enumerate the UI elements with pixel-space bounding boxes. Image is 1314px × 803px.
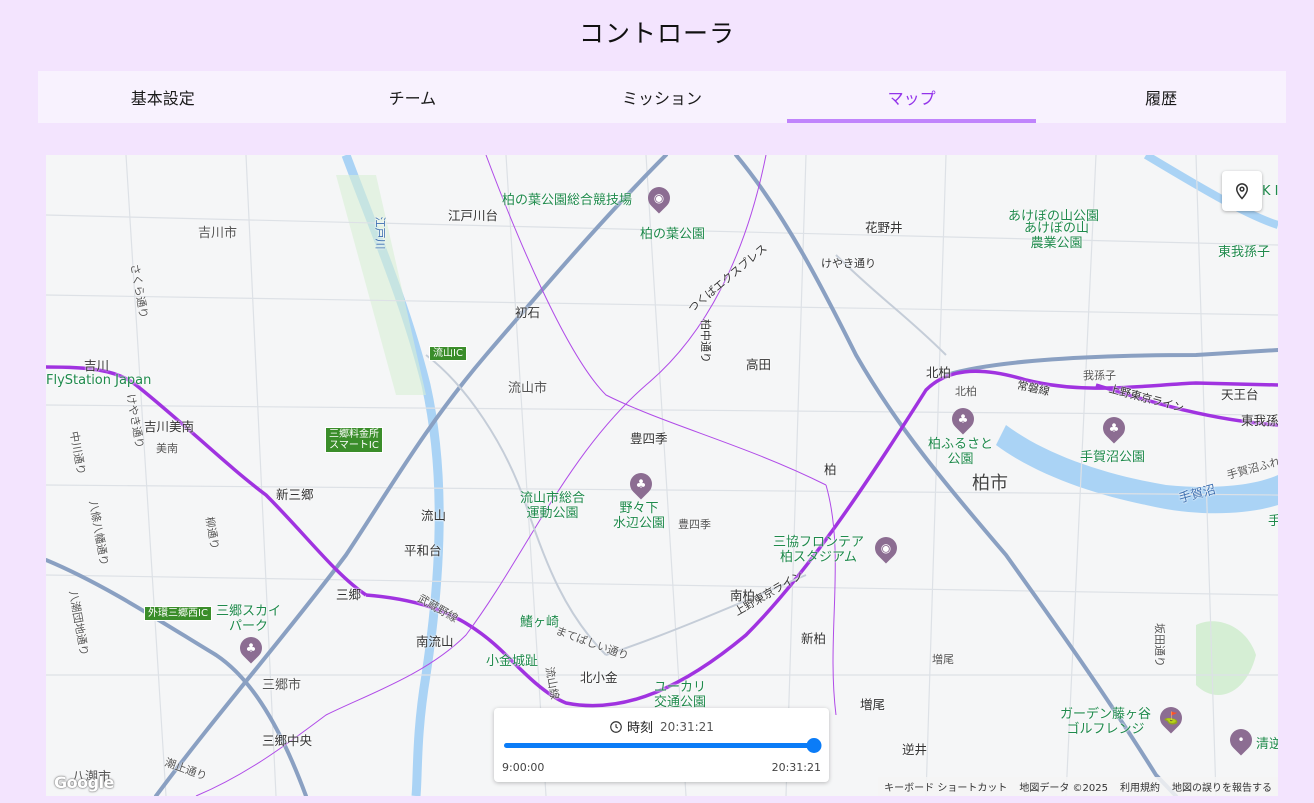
map-label-te: 手 — [1268, 514, 1278, 529]
map-label-kashiwa-st: 柏 — [824, 462, 837, 477]
keyboard-shortcuts-link[interactable]: キーボード ショートカット — [884, 779, 1007, 794]
map-label-keyaki-dori: けやき通り — [821, 257, 876, 270]
map-label-mitsukyo-stadium: 三協フロンテア 柏スタジアム — [773, 535, 865, 565]
map-label-akebono-farm: あけぼの山 農業公園 — [1024, 221, 1090, 251]
map-label-kogane-castle: 小金城趾 — [486, 654, 539, 669]
map-label-toyoshiki-area: 豊四季 — [678, 518, 711, 531]
map-badge-misato-toll: 三郷料金所 スマートIC — [325, 427, 383, 453]
map-label-takada: 高田 — [746, 357, 772, 372]
report-error-link[interactable]: 地図の誤りを報告する — [1172, 779, 1272, 794]
time-current-value: 20:31:21 — [660, 719, 714, 734]
map-label-misato-sky-park: 三郷スカイ パーク — [216, 604, 282, 634]
map-label-kita-kashiwa-area: 北柏 — [955, 385, 977, 398]
map-label-nagareyama-st: 流山 — [421, 508, 447, 523]
google-logo: Google — [54, 773, 114, 792]
map-label-yoshikawa-minami: 吉川美南 — [144, 419, 195, 434]
map-label-minami-nagareyama: 南流山 — [416, 634, 454, 649]
map-label-garden-golf: ガーデン藤ヶ谷 ゴルフレンジ — [1060, 707, 1152, 737]
park-icon: ♣ — [947, 403, 979, 435]
park-icon: ♣ — [625, 468, 657, 500]
time-control-panel: 時刻 20:31:21 9:00:00 20:31:21 — [494, 708, 829, 782]
map-pin-icon[interactable] — [1222, 171, 1262, 211]
park-icon: ♣ — [235, 632, 267, 664]
tab-history[interactable]: 履歴 — [1036, 71, 1286, 123]
map-label-kashiwanaka-dori: 柏中通り — [699, 319, 712, 363]
map-label-tegano-park: 手賀沼公園 — [1080, 450, 1146, 465]
map-label-kashiwanoha-stadium: 柏の葉公園総合競技場 — [502, 193, 633, 208]
tab-map[interactable]: マップ — [786, 71, 1037, 123]
park-icon: ♣ — [1098, 412, 1130, 444]
map-label-kita-kogane: 北小金 — [580, 670, 618, 685]
map-label-hatsuishi: 初石 — [515, 305, 541, 320]
map-label-nagareyama-city: 流山市 — [508, 381, 548, 396]
time-header: 時刻 20:31:21 — [494, 717, 829, 736]
map-label-flystation: FlyStation Japan — [46, 373, 152, 388]
tab-bar: 基本設定 チーム ミッション マップ 履歴 — [38, 71, 1286, 123]
map-label-higashi-abiko: 東我孫子 — [1218, 245, 1271, 260]
map-data-text: 地図データ ©2025 — [1019, 783, 1108, 794]
map-badge-gaikan-misato: 外環三郷西IC — [144, 606, 212, 621]
place-icon: • — [1225, 724, 1257, 756]
map-label-minami-kashiwa: 南柏 — [730, 588, 756, 603]
page-title: コントローラ — [578, 19, 735, 48]
clock-icon — [610, 720, 622, 733]
tab-basic-settings[interactable]: 基本設定 — [38, 71, 288, 123]
time-slider[interactable] — [504, 738, 822, 753]
map-badge-nagareyama-ic: 流山IC — [429, 346, 467, 361]
map-label-kd: K I — [1262, 184, 1278, 199]
stadium-icon: ◉ — [870, 532, 902, 564]
terms-link[interactable]: 利用規約 — [1120, 779, 1160, 794]
map-label-sakai: 逆井 — [902, 742, 928, 757]
stadium-icon: ◉ — [643, 182, 675, 214]
time-label: 時刻 — [627, 721, 654, 736]
map-label-sakado-dori: 坂田通り — [1153, 623, 1166, 667]
map-label-unagaya: 鰭ヶ崎 — [520, 615, 560, 630]
map-label-tennodai: 天王台 — [1221, 387, 1259, 402]
map-attribution: キーボード ショートカット 地図データ ©2025 利用規約 地図の誤りを報告す… — [878, 777, 1278, 796]
map-label-kita-kashiwa: 北柏 — [926, 365, 952, 380]
map-label-toyoshiki: 豊四季 — [630, 431, 668, 446]
map-label-kashiwa-city: 柏市 — [972, 473, 1008, 494]
map-label-nagareyama-sports: 流山市総合 運動公園 — [520, 491, 586, 521]
map-label-minami: 美南 — [156, 442, 178, 455]
golf-icon: ⛳ — [1155, 702, 1187, 734]
map-label-kiyomi: 清逆 — [1256, 737, 1278, 752]
map-label-masuo-st: 増尾 — [860, 697, 886, 712]
map-label-yoshikawa-city: 吉川市 — [198, 226, 238, 241]
time-slider-thumb[interactable] — [806, 738, 822, 753]
map-label-misato-city: 三郷市 — [262, 678, 302, 693]
map-label-nonoshita-park: 野々下 水辺公園 — [613, 501, 666, 531]
time-min-label: 9:00:00 — [502, 761, 545, 774]
map-label-edogawa-river: 江戸川 — [373, 216, 387, 250]
map-label-misato-st: 三郷 — [336, 587, 362, 602]
map-label-shin-misato: 新三郷 — [276, 487, 314, 502]
map-label-heiwadai: 平和台 — [404, 543, 442, 558]
map-label-yukari-park: ユーカリ 交通公園 — [654, 680, 707, 710]
map-label-kashiwa-furusato: 柏ふるさと 公園 — [928, 437, 994, 467]
map-label-higashi-abiko-st: 東我孫 — [1241, 413, 1278, 428]
map-label-misato-chuo: 三郷中央 — [262, 733, 313, 748]
map-label-shin-kashiwa: 新柏 — [801, 631, 827, 646]
tab-mission[interactable]: ミッション — [537, 71, 787, 123]
map-label-kashiwanoha-park: 柏の葉公園 — [640, 227, 706, 242]
tab-team[interactable]: チーム — [288, 71, 538, 123]
map-view[interactable]: 吉川市 流山市 柏市 三郷市 八潮市 江戸川台 初石 柏の葉公園総合競技場 ◉ … — [46, 155, 1278, 796]
time-max-label: 20:31:21 — [771, 761, 821, 774]
map-label-edogawadai: 江戸川台 — [448, 208, 499, 223]
map-label-masuo: 増尾 — [932, 653, 954, 666]
map-label-hananoi: 花野井 — [865, 220, 903, 235]
map-label-yoshikawa-st: 吉川 — [84, 358, 110, 373]
